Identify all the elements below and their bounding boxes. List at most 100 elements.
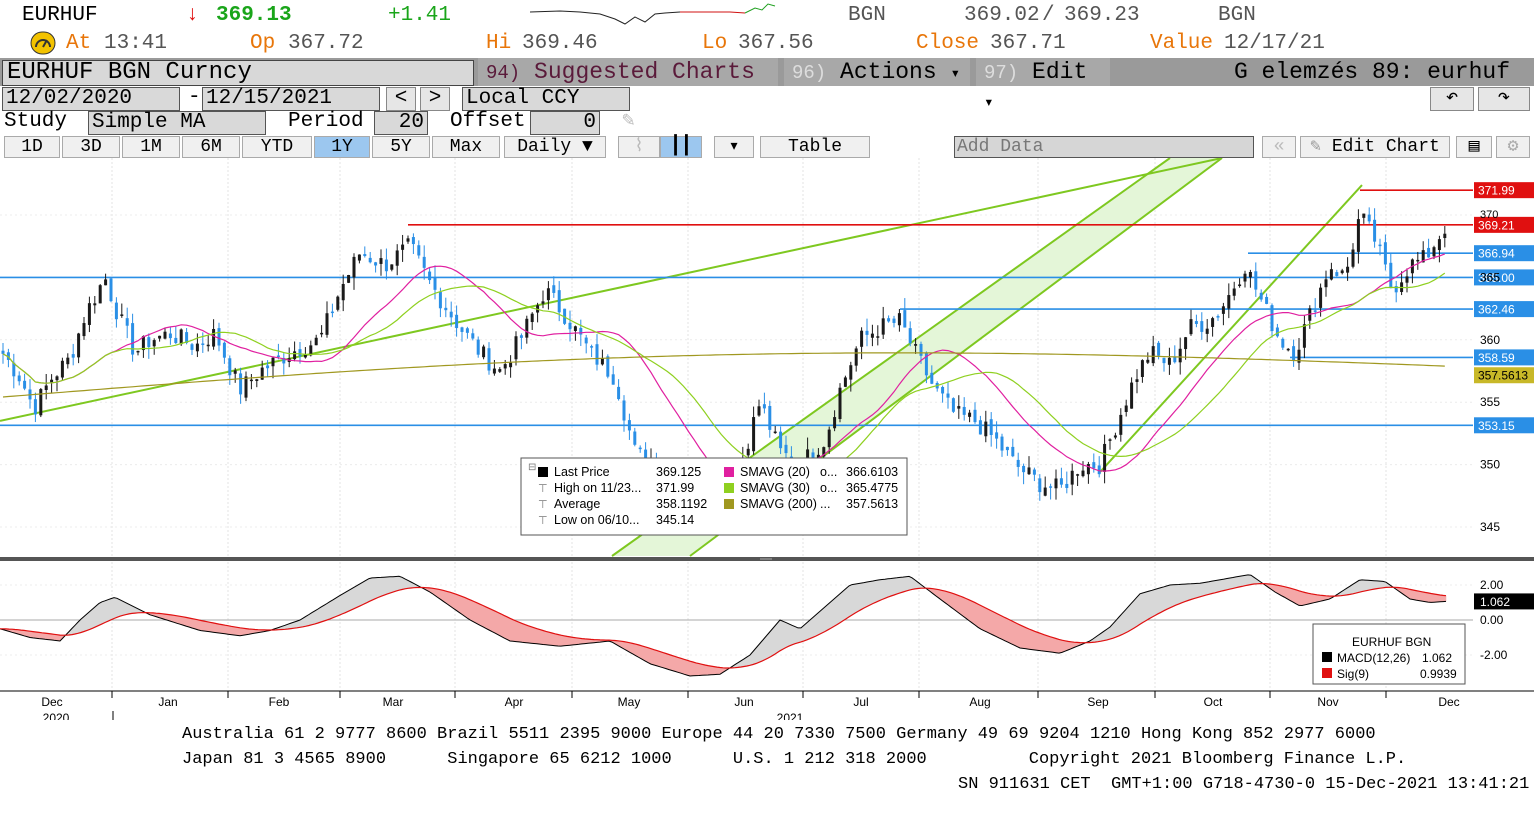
macd-fill-segment — [320, 604, 325, 623]
candle-body — [892, 318, 896, 323]
candle-body — [1211, 318, 1215, 327]
source-label: BGN — [848, 4, 886, 27]
macd-fill-segment — [716, 666, 721, 675]
macd-fill-segment — [467, 598, 472, 621]
candle-body — [384, 259, 388, 272]
macd-fill-segment — [1229, 577, 1234, 590]
macd-fill-segment — [41, 632, 46, 640]
macd-fill-segment — [1442, 595, 1447, 602]
macd-fill-segment — [191, 618, 196, 630]
candle-body — [411, 237, 415, 245]
candle-body — [854, 348, 858, 366]
suggested-charts-menu[interactable]: 94) Suggested Charts — [478, 58, 778, 86]
price-axis-label: 345 — [1480, 520, 1500, 534]
chart-title: G elemzés 89: eurhuf — [1116, 58, 1518, 86]
macd-fill-segment — [509, 617, 514, 642]
candle-body — [984, 421, 988, 437]
macd-fill-segment — [638, 644, 643, 660]
edit-menu[interactable]: 97) Edit ▾ — [976, 58, 1110, 112]
macd-fill-segment — [32, 631, 37, 639]
sig-legend-label: Sig(9) — [1337, 667, 1369, 681]
legend-label-last-price: Last Price — [554, 465, 610, 479]
tab-6m[interactable]: 6M — [182, 136, 240, 158]
macd-fill-segment — [350, 586, 355, 611]
collapse-icon[interactable]: « — [1262, 136, 1296, 158]
study-select[interactable]: Simple MA — [88, 111, 266, 135]
candle-body — [314, 337, 318, 346]
level-tag-text-358.59: 358.59 — [1478, 351, 1515, 365]
candle-body — [762, 404, 766, 409]
pencil-icon[interactable]: ✎ — [622, 111, 635, 135]
macd-fill-segment — [101, 600, 106, 625]
candle-body — [978, 420, 982, 435]
currency-select[interactable]: Local CCY — [462, 87, 630, 111]
candle-chart-icon[interactable]: ┃┃ — [660, 136, 702, 158]
edit-chart-button[interactable]: ✎ Edit Chart — [1300, 136, 1450, 158]
legend-swatch-sma30 — [724, 483, 734, 493]
macd-fill-segment — [107, 598, 112, 622]
tab-3d[interactable]: 3D — [62, 136, 120, 158]
legend-label-sma20: SMAVG (20) — [740, 465, 810, 479]
macd-fill-segment — [539, 629, 544, 645]
macd-fill-segment — [680, 657, 685, 675]
x-axis-month-label: Dec — [41, 695, 62, 709]
tab-max[interactable]: Max — [432, 136, 500, 158]
frequency-select[interactable]: Daily ▼ — [504, 136, 606, 158]
candle-body — [1184, 337, 1188, 350]
candle-body — [1032, 469, 1036, 475]
macd-fill-segment — [347, 588, 352, 612]
security-field[interactable]: EURHUF BGN Curncy — [2, 60, 474, 86]
chart-settings-icon[interactable]: ▤ — [1456, 136, 1492, 158]
tab-1y[interactable]: 1Y — [314, 136, 370, 158]
next-period-button[interactable]: > — [420, 87, 450, 111]
legend-marker: ⊤ — [538, 515, 548, 527]
macd-fill-segment — [704, 664, 709, 676]
chart-type-dropdown-icon[interactable]: ▾ — [714, 136, 754, 158]
candle-body — [44, 385, 48, 391]
candle-body — [519, 335, 523, 338]
undo-icon[interactable]: ↶ — [1430, 87, 1474, 111]
macd-fill-segment — [1031, 629, 1036, 651]
tab-1d[interactable]: 1D — [4, 136, 60, 158]
offset-label: Offset — [450, 110, 526, 133]
down-arrow-icon: ↓ — [186, 4, 199, 27]
candle-body — [1, 350, 5, 354]
candle-body — [125, 318, 129, 326]
start-date-input[interactable]: 12/02/2020 — [2, 87, 180, 111]
edit-label: Edit — [1032, 59, 1088, 85]
gauge-icon[interactable] — [30, 31, 56, 55]
line-chart-icon[interactable]: ⌇ — [618, 136, 660, 158]
macd-fill-segment — [377, 577, 382, 598]
gear-icon[interactable]: ⚙ — [1496, 136, 1530, 158]
end-date-input[interactable]: 12/15/2021 — [202, 87, 380, 111]
add-data-input[interactable]: Add Data — [954, 136, 1254, 158]
macd-fill-segment — [1241, 575, 1246, 587]
candle-body — [1151, 346, 1155, 364]
period-input[interactable]: 20 — [374, 111, 428, 135]
candle-body — [120, 314, 124, 316]
macd-fill-segment — [104, 599, 109, 623]
candle-body — [158, 335, 162, 339]
legend-marker: ⊤ — [538, 483, 548, 495]
macd-fill-segment — [50, 633, 55, 641]
candle-body — [163, 331, 167, 339]
redo-icon[interactable]: ↷ — [1478, 87, 1530, 111]
macd-fill-segment — [242, 627, 247, 636]
candle-body — [843, 377, 847, 387]
tab-ytd[interactable]: YTD — [242, 136, 312, 158]
price-chart[interactable]: 371.99369.21366.94365.00362.46358.59357.… — [0, 158, 1534, 720]
legend-swatch-sma200 — [724, 499, 734, 509]
macd-fill-segment — [824, 603, 829, 632]
macd-fill-segment — [323, 603, 328, 622]
actions-menu[interactable]: 96) Actions ▾ — [784, 58, 970, 86]
candle-body — [228, 358, 232, 376]
macd-fill-segment — [371, 577, 376, 601]
macd-fill-segment — [113, 597, 118, 619]
tab-5y[interactable]: 5Y — [372, 136, 430, 158]
offset-input[interactable]: 0 — [530, 111, 600, 135]
actions-number: 96) — [792, 62, 827, 84]
table-button[interactable]: Table — [760, 136, 870, 158]
tab-1m[interactable]: 1M — [122, 136, 180, 158]
prev-period-button[interactable]: < — [386, 87, 416, 111]
macd-fill-segment — [890, 577, 895, 597]
